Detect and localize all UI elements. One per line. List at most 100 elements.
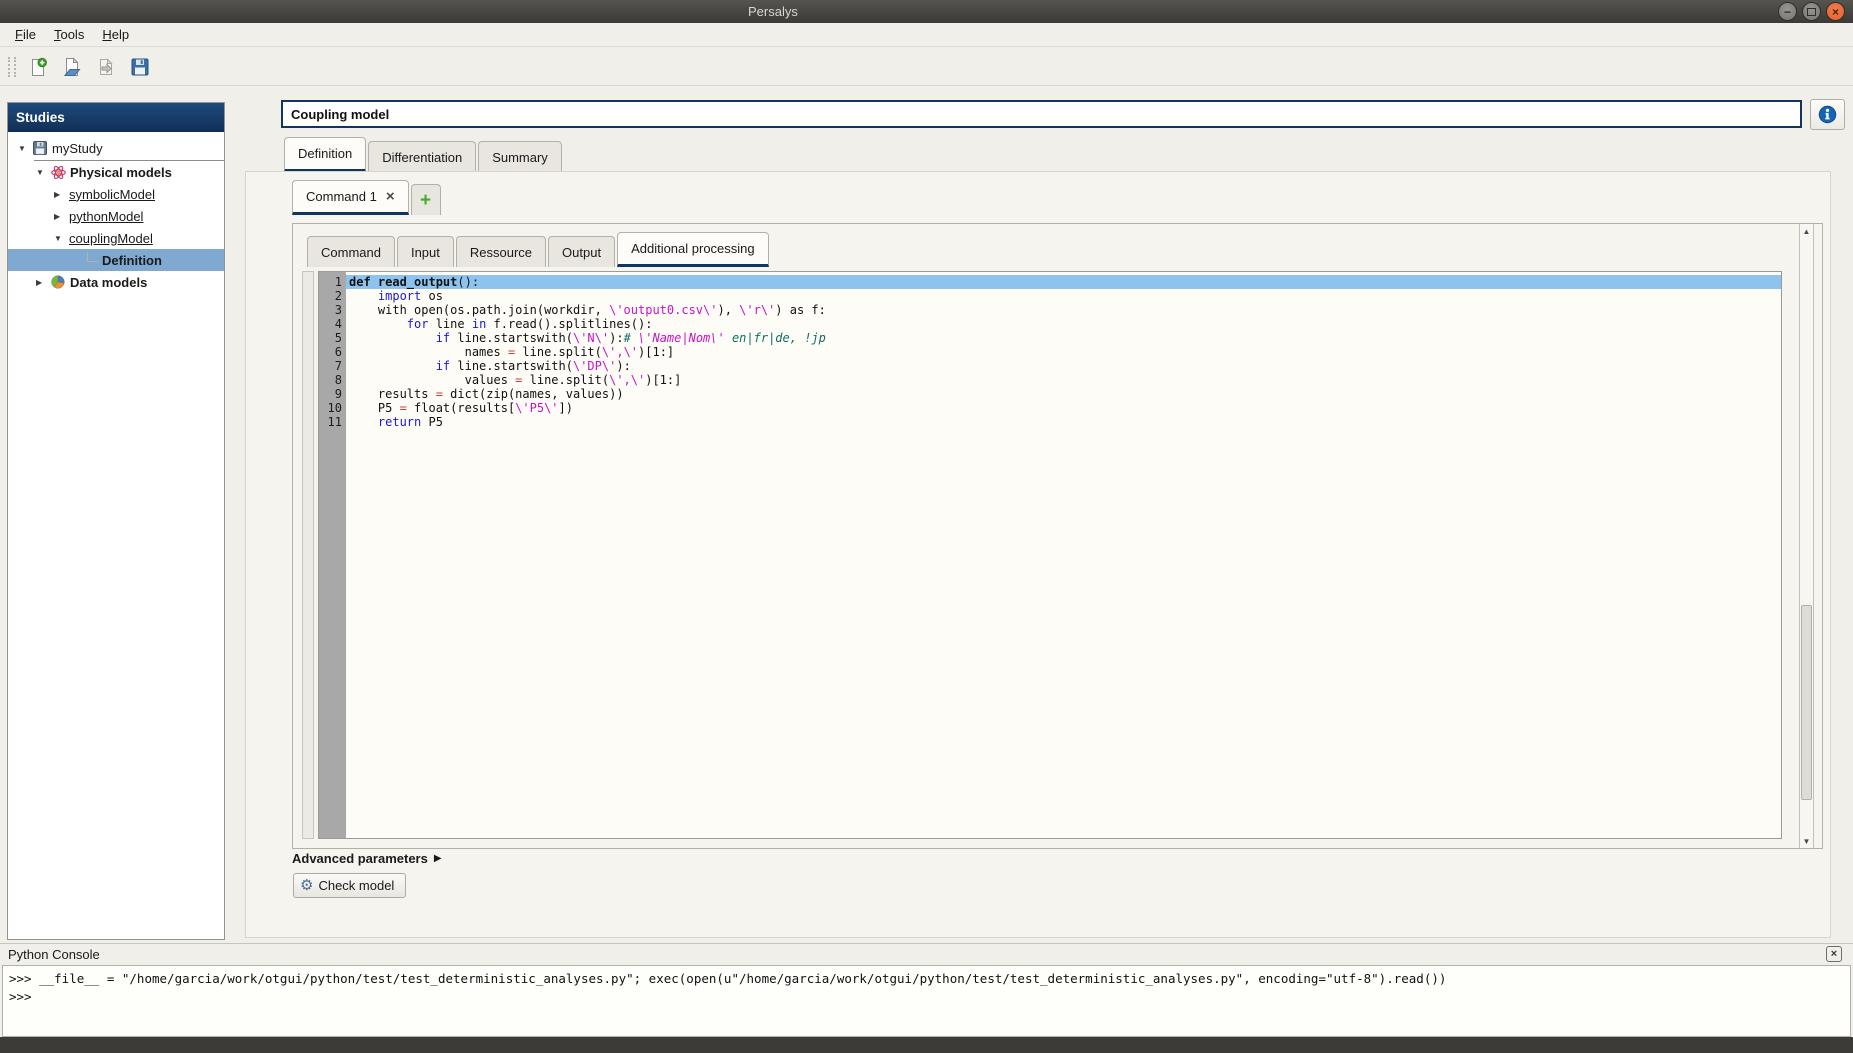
add-command-tab-button[interactable]: + xyxy=(411,184,441,215)
info-button[interactable] xyxy=(1810,99,1845,130)
menu-file[interactable]: File xyxy=(6,24,45,45)
definition-tab-content: Command 1×+ CommandInputRessourceOutputA… xyxy=(245,171,1831,938)
code-line[interactable]: if line.startswith(\'N\'):# \'Name|Nom\'… xyxy=(346,331,1781,345)
command-scroll-area: Command Input Ressource OutputAdditional pr… xyxy=(292,223,1823,849)
line-number: 9 xyxy=(319,387,346,401)
line-number: 8 xyxy=(319,373,346,387)
persalys-window: { "window": { "title": "Persalys", "cont… xyxy=(0,0,1853,1053)
tree-item-label: Definition xyxy=(102,253,162,268)
tab-differentiation[interactable]: Differentiation xyxy=(368,141,476,172)
expander-right-icon[interactable]: ▶ xyxy=(54,212,69,221)
open-study-button[interactable] xyxy=(58,53,85,80)
import-script-button[interactable] xyxy=(92,53,119,80)
tree-item-symbolicmodel[interactable]: ▶symbolicModel xyxy=(8,183,224,205)
studies-panel-header: Studies xyxy=(8,103,224,132)
tab-command-1[interactable]: Command 1× xyxy=(292,180,409,215)
tree-item-label: myStudy xyxy=(52,141,103,156)
studies-tree: ▼myStudy▼Physical models▶symbolicModel▶p… xyxy=(8,132,224,293)
code-editor[interactable]: 1234567891011 def read_output(): import … xyxy=(318,271,1782,839)
tree-item-label: pythonModel xyxy=(69,209,143,224)
code-line[interactable]: import os xyxy=(346,289,1781,303)
tab-input[interactable]: Input xyxy=(397,236,454,267)
minimize-button[interactable]: − xyxy=(1778,2,1797,21)
code-line[interactable]: results = dict(zip(names, values)) xyxy=(346,387,1781,401)
python-console-output[interactable]: >>> __file__ = "/home/garcia/work/otgui/… xyxy=(2,965,1851,1037)
code-line[interactable]: for line in f.read().splitlines(): xyxy=(346,317,1781,331)
tree-item-label: couplingModel xyxy=(69,231,153,246)
check-model-button[interactable]: ⚙ Check model xyxy=(293,873,406,898)
tree-branch-line xyxy=(87,252,98,262)
code-line[interactable]: values = line.split(\',\')[1:] xyxy=(346,373,1781,387)
code-line[interactable]: return P5 xyxy=(346,415,1781,429)
expander-right-icon[interactable]: ▶ xyxy=(36,278,51,287)
section-tabs: Command Input Ressource OutputAdditional pr… xyxy=(307,232,771,267)
scrollbar-thumb[interactable] xyxy=(1801,605,1812,800)
toolbar xyxy=(0,48,1853,86)
line-number: 10 xyxy=(319,401,346,415)
tab-ressource[interactable]: Ressource xyxy=(456,236,546,267)
line-number: 6 xyxy=(319,345,346,359)
gear-icon: ⚙ xyxy=(300,878,313,893)
tab-label: Ressource xyxy=(470,245,532,260)
window-bottom-edge xyxy=(0,1037,1853,1053)
info-icon xyxy=(1818,105,1837,124)
advanced-parameters-toggle[interactable]: Advanced parameters ▶ xyxy=(292,851,442,866)
code-line[interactable]: if line.startswith(\'DP\'): xyxy=(346,359,1781,373)
tab-label: Summary xyxy=(492,150,548,165)
line-number: 7 xyxy=(319,359,346,373)
new-study-button[interactable] xyxy=(24,53,51,80)
tab-output[interactable]: Output xyxy=(548,236,615,267)
menu-help[interactable]: Help xyxy=(93,24,138,45)
close-icon: × xyxy=(1832,6,1839,18)
scroll-up-icon[interactable]: ▲ xyxy=(1800,224,1813,238)
tab-label: Differentiation xyxy=(382,150,462,165)
code-line[interactable]: names = line.split(\',\')[1:] xyxy=(346,345,1781,359)
tree-item-data-models[interactable]: ▶ Data models xyxy=(8,271,224,293)
maximize-button[interactable] xyxy=(1802,2,1821,21)
toolbar-drag-handle[interactable] xyxy=(8,57,16,77)
menubar: FileToolsHelp xyxy=(0,23,1853,47)
expander-down-icon[interactable]: ▼ xyxy=(18,144,33,153)
tab-label: Input xyxy=(411,245,440,260)
console-close-button[interactable]: × xyxy=(1826,946,1842,962)
scroll-down-icon[interactable]: ▼ xyxy=(1800,834,1813,848)
floppy-icon xyxy=(33,141,52,155)
editor-code[interactable]: def read_output(): import os with open(o… xyxy=(346,272,1781,838)
tab-definition[interactable]: Definition xyxy=(284,137,366,172)
console-close-icon: × xyxy=(1831,949,1837,960)
tree-item-mystudy[interactable]: ▼ myStudy xyxy=(8,135,224,161)
studies-panel: Studies ▼ myStudy ▼Physical models▶symboli… xyxy=(7,102,225,940)
check-model-label: Check model xyxy=(318,878,394,893)
python-console-title: Python Console xyxy=(8,947,100,962)
titlebar: Persalys − × xyxy=(0,0,1853,23)
code-line[interactable]: def read_output(): xyxy=(346,275,1781,289)
expander-right-icon[interactable]: ▶ xyxy=(54,190,69,199)
tree-item-pythonmodel[interactable]: ▶pythonModel xyxy=(8,205,224,227)
model-name-field[interactable] xyxy=(281,100,1802,128)
tab-summary[interactable]: Summary xyxy=(478,141,562,172)
code-line[interactable]: P5 = float(results[\'P5\']) xyxy=(346,401,1781,415)
code-line[interactable]: with open(os.path.join(workdir, \'output… xyxy=(346,303,1781,317)
pie-icon xyxy=(51,275,70,289)
tree-item-couplingmodel[interactable]: ▼couplingModel xyxy=(8,227,224,249)
tree-item-definition[interactable]: Definition xyxy=(8,249,224,271)
vertical-scrollbar[interactable]: ▲ ▼ xyxy=(1799,224,1814,848)
close-button[interactable]: × xyxy=(1826,2,1845,21)
line-number: 4 xyxy=(319,317,346,331)
new-document-icon xyxy=(28,57,48,77)
collapsed-arrow-icon: ▶ xyxy=(434,853,442,864)
close-tab-icon[interactable]: × xyxy=(386,189,395,204)
menu-tools[interactable]: Tools xyxy=(45,24,93,45)
tree-item-physical-models[interactable]: ▼Physical models xyxy=(8,161,224,183)
open-document-icon xyxy=(62,57,82,77)
tab-additional-processing[interactable]: Additional processing xyxy=(617,232,769,267)
console-line: >>> xyxy=(9,988,1844,1006)
expander-down-icon[interactable]: ▼ xyxy=(36,168,51,177)
expander-down-icon[interactable]: ▼ xyxy=(54,234,69,243)
line-number: 2 xyxy=(319,289,346,303)
maximize-icon xyxy=(1807,8,1816,16)
tree-item-label: Data models xyxy=(70,275,147,290)
command-tabs: Command 1×+ xyxy=(292,180,443,215)
save-study-button[interactable] xyxy=(126,53,153,80)
tab-command[interactable]: Command xyxy=(307,236,395,267)
